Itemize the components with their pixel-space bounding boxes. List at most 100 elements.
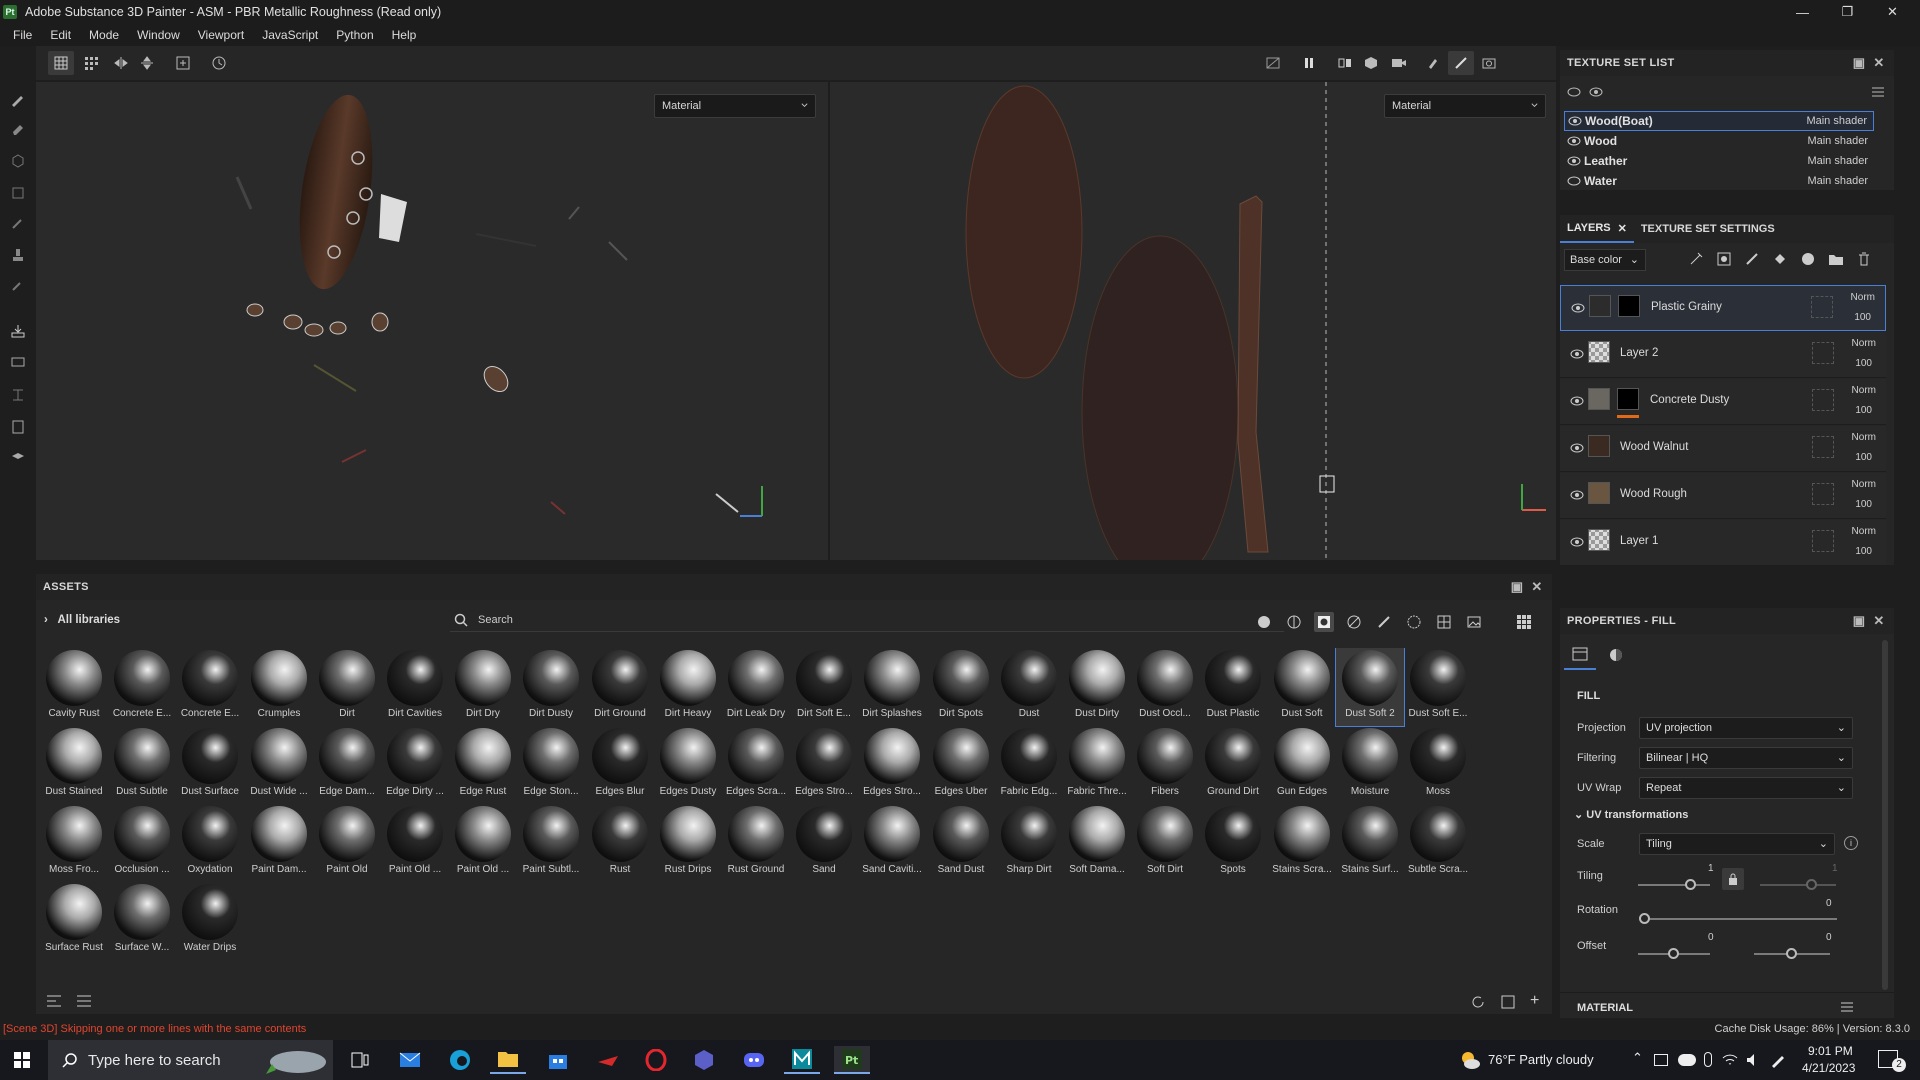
layer-name[interactable]: Layer 1	[1620, 535, 1658, 547]
layer-thumbnail[interactable]	[1588, 529, 1610, 551]
paint-mode-icon[interactable]	[1448, 51, 1474, 75]
layer-thumbnail[interactable]	[1588, 482, 1610, 504]
asset-thumbnail[interactable]: Dust Dirty	[1063, 648, 1131, 726]
delete-layer-icon[interactable]	[1856, 251, 1872, 267]
layer-thumbnail[interactable]	[1588, 341, 1610, 363]
tab-texture-set-settings[interactable]: TEXTURE SET SETTINGS	[1634, 223, 1782, 235]
asset-thumbnail[interactable]: Dirt Ground	[586, 648, 654, 726]
asset-thumbnail[interactable]: Dust Soft E...	[1404, 648, 1472, 726]
game-app-icon[interactable]	[590, 1046, 626, 1074]
undock-icon[interactable]: ▣	[1510, 579, 1524, 594]
asset-thumbnail[interactable]: Paint Subtl...	[517, 804, 585, 882]
mail-icon[interactable]	[392, 1046, 428, 1074]
asset-thumbnail[interactable]: Dirt	[313, 648, 381, 726]
asset-thumbnail[interactable]: Dirt Spots	[927, 648, 995, 726]
scale-select[interactable]: Tiling ⌄	[1639, 833, 1835, 855]
menu-icon[interactable]	[1870, 84, 1886, 100]
file-explorer-icon[interactable]	[490, 1046, 526, 1074]
asset-thumbnail[interactable]: Spots	[1199, 804, 1267, 882]
layer-row[interactable]: Concrete Dusty Norm 100	[1560, 379, 1886, 425]
asset-thumbnail[interactable]: Dust Wide ...	[245, 726, 313, 804]
layer-opacity[interactable]: 100	[1855, 546, 1872, 557]
library-tree[interactable]: › All libraries	[44, 614, 120, 626]
eye-icon[interactable]	[1571, 302, 1585, 314]
asset-thumbnail[interactable]: Surface W...	[108, 882, 176, 960]
texture-set-shader[interactable]: Main shader	[1807, 155, 1868, 167]
layer-row[interactable]: Wood Walnut Norm 100	[1560, 426, 1886, 472]
tab-layers[interactable]: LAYERS ✕	[1560, 215, 1634, 243]
asset-thumbnail[interactable]: Concrete E...	[108, 648, 176, 726]
layer-name[interactable]: Layer 2	[1620, 347, 1658, 359]
add-smart-material-icon[interactable]	[1800, 251, 1816, 267]
symmetry-x-icon[interactable]	[108, 51, 134, 75]
asset-thumbnail[interactable]: Soft Dama...	[1063, 804, 1131, 882]
layer-blend-mode[interactable]: Norm	[1852, 338, 1876, 349]
asset-thumbnail[interactable]: Sand Dust	[927, 804, 995, 882]
add-frame-icon[interactable]	[170, 51, 196, 75]
asset-thumbnail[interactable]: Oxydation	[176, 804, 244, 882]
projection-select[interactable]: UV projection ⌄	[1639, 717, 1853, 739]
smudge-icon[interactable]	[9, 214, 27, 232]
layer-name[interactable]: Wood Rough	[1620, 488, 1687, 500]
asset-thumbnail[interactable]: Stains Surf...	[1336, 804, 1404, 882]
clock-time[interactable]: 9:01 PM	[1808, 1044, 1853, 1058]
layer-name[interactable]: Plastic Grainy	[1651, 301, 1722, 313]
asset-thumbnail[interactable]: Surface Rust	[40, 882, 108, 960]
layer-name[interactable]: Concrete Dusty	[1650, 394, 1729, 406]
asset-thumbnail[interactable]: Dirt Dry	[449, 648, 517, 726]
filter-environments-icon[interactable]	[1464, 612, 1484, 632]
add-effect-icon[interactable]	[1688, 251, 1704, 267]
cube-view-icon[interactable]	[1358, 51, 1384, 75]
asset-thumbnail[interactable]: Dust Soft	[1268, 648, 1336, 726]
asset-thumbnail[interactable]: Dirt Leak Dry	[722, 648, 790, 726]
eye-icon[interactable]	[1570, 348, 1584, 360]
asset-thumbnail[interactable]: Edges Dusty	[654, 726, 722, 804]
volume-icon[interactable]	[1746, 1052, 1762, 1068]
texture-set-shader[interactable]: Main shader	[1807, 135, 1868, 147]
pause-icon[interactable]	[1296, 51, 1322, 75]
taskbar-search[interactable]: Type here to search	[48, 1040, 333, 1080]
list-view-icon[interactable]	[76, 994, 92, 1008]
layer-opacity[interactable]: 100	[1855, 499, 1872, 510]
layer-opacity[interactable]: 100	[1855, 405, 1872, 416]
asset-thumbnail[interactable]: Paint Old	[313, 804, 381, 882]
edge-icon[interactable]	[442, 1046, 478, 1074]
eye-closed-icon[interactable]	[1567, 176, 1581, 186]
material-tab-icon[interactable]	[1600, 640, 1632, 670]
split-view-icon[interactable]	[1332, 51, 1358, 75]
lasso-icon[interactable]	[9, 354, 27, 372]
properties-scrollbar[interactable]	[1882, 640, 1888, 990]
asset-thumbnail[interactable]: Fibers	[1131, 726, 1199, 804]
layer-thumbnail[interactable]	[1589, 295, 1611, 317]
store-icon[interactable]	[540, 1046, 576, 1074]
filter-generators-icon[interactable]	[1344, 612, 1364, 632]
menu-icon[interactable]	[1840, 1001, 1854, 1013]
asset-thumbnail[interactable]: Edges Stro...	[790, 726, 858, 804]
symmetry-y-icon[interactable]	[134, 51, 160, 75]
menu-viewport[interactable]: Viewport	[189, 24, 253, 46]
asset-thumbnail[interactable]: Edge Rust	[449, 726, 517, 804]
eye-icon[interactable]	[1570, 489, 1584, 501]
measure-icon[interactable]	[9, 386, 27, 404]
add-asset-icon[interactable]: +	[1530, 992, 1546, 1009]
menu-javascript[interactable]: JavaScript	[253, 24, 327, 46]
close-icon[interactable]: ✕	[1530, 579, 1544, 594]
history-icon[interactable]	[206, 51, 232, 75]
export-icon[interactable]	[9, 418, 27, 436]
menu-file[interactable]: File	[4, 24, 41, 46]
menu-window[interactable]: Window	[128, 24, 189, 46]
fill-tab-icon[interactable]	[1564, 640, 1596, 670]
lock-icon[interactable]	[1722, 868, 1744, 890]
weather-icon[interactable]	[1458, 1048, 1482, 1072]
grid-layout-icon[interactable]	[1514, 612, 1534, 632]
layer-blend-mode[interactable]: Norm	[1852, 479, 1876, 490]
texture-set-item[interactable]: Wood(Boat) Main shader	[1564, 111, 1874, 131]
uvwrap-select[interactable]: Repeat ⌄	[1639, 777, 1853, 799]
asset-thumbnail[interactable]: Occlusion ...	[108, 804, 176, 882]
info-icon[interactable]: i	[1844, 836, 1858, 850]
asset-thumbnail[interactable]: Water Drips	[176, 882, 244, 960]
asset-thumbnail[interactable]: Gun Edges	[1268, 726, 1336, 804]
layer-thumbnail[interactable]	[1588, 388, 1610, 410]
texture-set-shader[interactable]: Main shader	[1807, 175, 1868, 187]
layer-name[interactable]: Wood Walnut	[1620, 441, 1688, 453]
